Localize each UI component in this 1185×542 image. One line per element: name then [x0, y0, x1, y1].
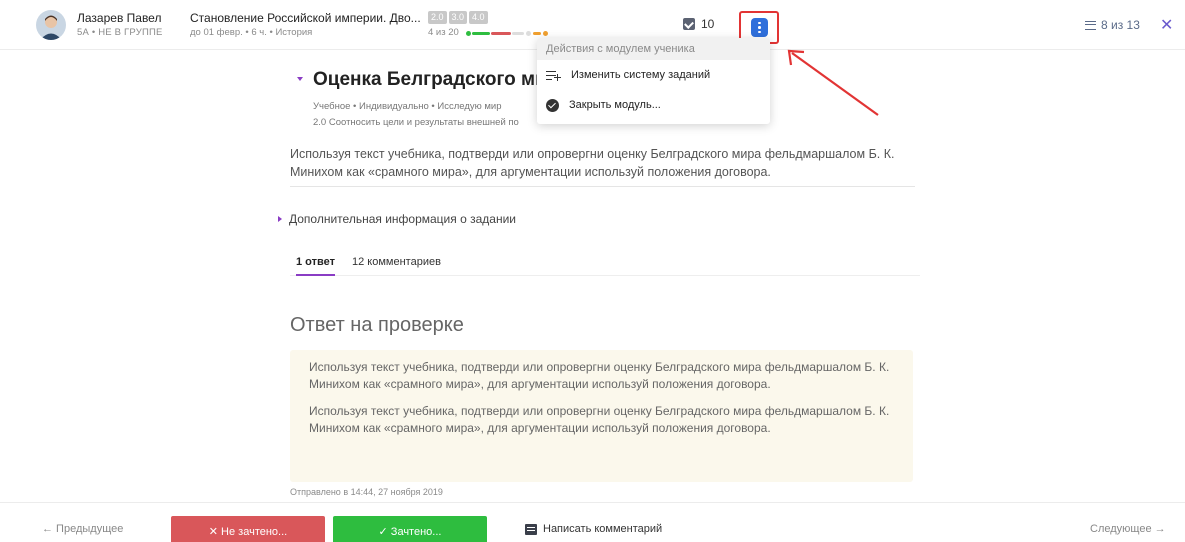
answer-heading: Ответ на проверке: [290, 314, 464, 336]
previous-button[interactable]: ← Предыдущее: [42, 523, 123, 535]
progress-segment: [533, 32, 541, 35]
close-button[interactable]: ✕: [1160, 15, 1173, 35]
collapse-caret-icon[interactable]: [297, 77, 303, 81]
progress-segment: [512, 32, 524, 35]
task-description: Используя текст учебника, подтверди или …: [290, 147, 895, 179]
add-list-icon: [546, 70, 561, 81]
sent-timestamp: Отправлено в 14:44, 27 ноября 2019: [290, 487, 443, 497]
divider: [290, 186, 915, 187]
module-meta: до 01 февр. • 6 ч. • История: [190, 27, 313, 38]
answer-paragraph: Используя текст учебника, подтверди или …: [309, 404, 890, 435]
progress-segment: [472, 32, 490, 35]
menu-header: Действия с модулем ученика: [537, 38, 770, 60]
task-goal: 2.0 Соотносить цели и результаты внешней…: [313, 117, 519, 128]
tab-answers[interactable]: 1 ответ: [296, 256, 335, 276]
progress-dot: [526, 31, 531, 36]
tab-comments[interactable]: 12 комментариев: [352, 256, 441, 276]
answer-paragraph: Используя текст учебника, подтверди или …: [309, 360, 890, 391]
list-icon: [1085, 20, 1096, 30]
level-chip: 3.0: [448, 11, 468, 24]
task-check-icon: [683, 18, 695, 30]
level-chip: 2.0: [428, 11, 447, 24]
progress-dot: [466, 31, 471, 36]
passed-button[interactable]: ✓ Зачтено...: [333, 516, 487, 542]
menu-item-label: Закрыть модуль...: [569, 99, 661, 111]
check-circle-icon: [546, 98, 559, 112]
module-title[interactable]: Становление Российской империи. Дво...: [190, 11, 421, 25]
level-chips: 2.0 3.0 4.0: [428, 11, 488, 24]
task-count-value: 10: [701, 17, 715, 31]
progress-text: 4 из 20: [428, 27, 459, 38]
task-tags: Учебное • Индивидуально • Исследую мир: [313, 101, 502, 112]
kebab-dot: [758, 21, 761, 25]
extra-info-label: Дополнительная информация о задании: [289, 212, 516, 226]
menu-item-close-module[interactable]: Закрыть модуль...: [537, 90, 770, 120]
student-avatar[interactable]: [36, 10, 66, 40]
write-comment-button[interactable]: Написать комментарий: [525, 523, 662, 535]
answer-box: Используя текст учебника, подтверди или …: [290, 350, 913, 482]
menu-item-change-task-system[interactable]: Изменить систему заданий: [537, 60, 770, 90]
not-passed-button[interactable]: ✕ Не зачтено...: [171, 516, 325, 542]
task-title: Оценка Белградского ми: [313, 69, 537, 90]
module-actions-button[interactable]: [751, 18, 768, 37]
comment-icon: [525, 523, 537, 535]
annotation-arrow-icon: [787, 49, 879, 116]
student-name[interactable]: Лазарев Павел: [77, 11, 161, 25]
bottom-bar: ← Предыдущее ✕ Не зачтено... ✓ Зачтено..…: [0, 502, 1185, 542]
student-meta: 5А • НЕ В ГРУППЕ: [77, 27, 163, 38]
kebab-dot: [758, 30, 761, 34]
task-pager[interactable]: 8 из 13: [1085, 18, 1140, 32]
progress-track: [466, 31, 548, 37]
module-actions-menu: Действия с модулем ученика Изменить сист…: [537, 38, 770, 124]
level-chip: 4.0: [469, 11, 488, 24]
progress-segment: [491, 32, 511, 35]
pager-text: 8 из 13: [1101, 18, 1140, 32]
progress-dot: [543, 31, 548, 36]
answer-tabs: 1 ответ 12 комментариев: [290, 256, 920, 276]
menu-item-label: Изменить систему заданий: [571, 69, 711, 81]
extra-info-toggle[interactable]: Дополнительная информация о задании: [278, 212, 516, 226]
next-button[interactable]: Следующее →: [1090, 523, 1166, 535]
kebab-dot: [758, 26, 761, 29]
task-count[interactable]: 10: [683, 17, 714, 31]
expand-caret-icon: [278, 216, 282, 222]
write-comment-label: Написать комментарий: [543, 523, 663, 535]
